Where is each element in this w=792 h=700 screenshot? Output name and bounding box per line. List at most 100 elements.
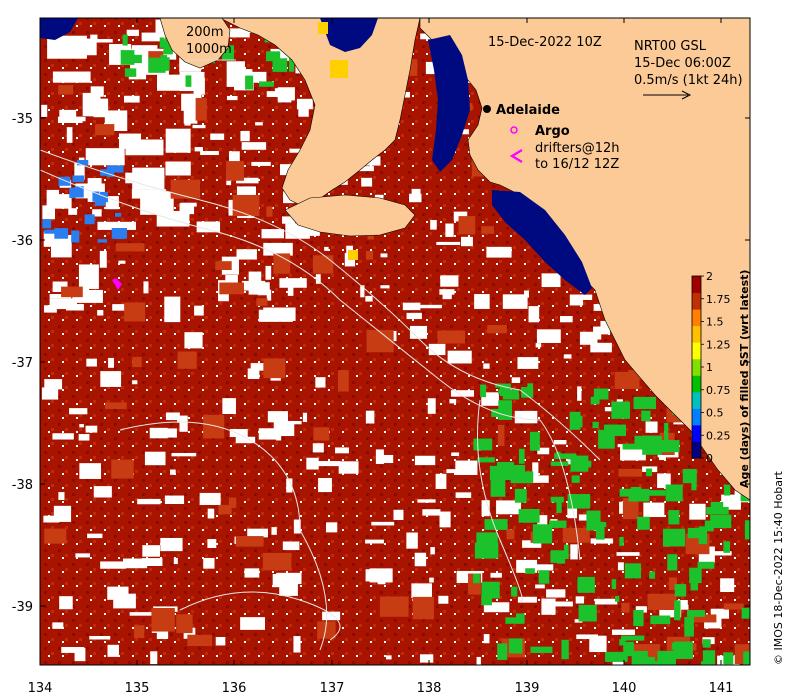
fresh-sst-patch — [593, 388, 609, 400]
sst-patch — [176, 614, 193, 634]
fresh-sst-patch — [561, 639, 569, 660]
sst-patch — [366, 330, 394, 353]
no-data-gap — [282, 541, 300, 551]
fresh-sst-patch — [510, 471, 534, 484]
no-data-gap — [82, 92, 101, 117]
no-data-gap — [273, 420, 295, 437]
no-data-gap — [589, 635, 607, 653]
colorbar-segment — [692, 342, 701, 360]
no-data-gap — [59, 109, 77, 118]
fresh-sst-patch — [550, 496, 564, 503]
fresh-sst-patch — [665, 484, 683, 502]
no-data-gap — [414, 455, 436, 466]
fresh-sst-patch — [634, 435, 651, 444]
y-tick-label: -35 — [12, 112, 33, 127]
current-legend-scale: 0.5m/s (1kt 24h) — [634, 73, 743, 88]
sst-patch — [151, 608, 175, 632]
fresh-sst-patch — [619, 639, 626, 646]
fresh-sst-patch — [511, 586, 518, 597]
no-data-gap — [490, 572, 502, 578]
date-label: 15-Dec-2022 10Z — [488, 35, 602, 50]
no-data-gap — [210, 133, 225, 140]
no-data-gap — [502, 294, 528, 309]
no-data-gap — [514, 410, 538, 424]
no-data-gap — [569, 294, 584, 306]
sst-patch — [487, 325, 507, 334]
no-data-gap — [393, 509, 404, 520]
no-data-gap — [150, 651, 158, 665]
fresh-sst-patch — [622, 443, 644, 450]
no-data-gap — [207, 508, 215, 519]
fresh-sst-patch — [538, 570, 550, 584]
no-data-gap — [279, 582, 298, 596]
fresh-sst-patch — [619, 536, 624, 546]
no-data-gap — [402, 302, 421, 311]
fresh-warm-spot — [348, 250, 358, 260]
no-data-gap — [643, 502, 665, 518]
no-data-gap — [517, 596, 537, 603]
no-data-gap — [326, 522, 338, 533]
colorbar-segment — [692, 358, 701, 376]
no-data-gap — [422, 509, 441, 516]
fresh-sst-patch — [701, 661, 716, 665]
argo-legend-label: Argo — [535, 124, 570, 139]
no-data-gap — [173, 557, 178, 565]
depth-legend-1000m: 1000m — [186, 42, 232, 57]
depth-legend-200m: 200m — [186, 25, 223, 40]
no-data-gap — [107, 586, 129, 600]
no-data-gap — [382, 454, 394, 464]
colorbar-tick-label: 1.5 — [706, 316, 724, 329]
no-data-gap — [380, 253, 388, 258]
no-data-gap — [124, 95, 140, 103]
no-data-gap — [590, 342, 612, 353]
fresh-sst-patch — [687, 527, 704, 539]
sst-patch — [111, 459, 134, 479]
no-data-gap — [563, 354, 572, 359]
sst-patch — [215, 261, 232, 270]
fresh-sst-patch — [518, 508, 540, 523]
no-data-gap — [46, 189, 60, 207]
no-data-gap — [438, 595, 449, 604]
no-data-gap — [559, 316, 573, 323]
stale-sst-patch — [108, 165, 124, 173]
no-data-gap — [170, 469, 176, 475]
no-data-gap — [535, 343, 542, 348]
sst-patch — [134, 625, 145, 639]
sst-patch — [618, 468, 642, 477]
x-tick-label: 139 — [515, 681, 540, 696]
no-data-gap — [335, 447, 349, 454]
fresh-sst-patch — [659, 440, 680, 453]
fresh-sst-patch — [697, 561, 715, 569]
no-data-gap — [324, 246, 329, 251]
no-data-gap — [58, 492, 65, 500]
no-data-gap — [365, 295, 373, 302]
no-data-gap — [447, 350, 472, 364]
no-data-gap — [440, 275, 459, 287]
sst-patch — [263, 358, 286, 379]
no-data-gap — [279, 278, 307, 288]
no-data-gap — [298, 107, 309, 117]
colorbar-segment — [692, 391, 701, 409]
fresh-sst-patch — [748, 421, 750, 437]
no-data-gap — [157, 74, 189, 91]
no-data-gap — [137, 498, 161, 505]
sst-patch — [379, 596, 409, 617]
no-data-gap — [100, 371, 122, 387]
no-data-gap — [317, 461, 341, 467]
y-tick-label: -39 — [12, 600, 33, 615]
fresh-sst-patch — [641, 410, 651, 422]
no-data-gap — [451, 452, 460, 456]
no-data-gap — [616, 552, 640, 556]
no-data-gap — [69, 408, 88, 415]
no-data-gap — [361, 177, 373, 187]
no-data-gap — [575, 596, 585, 604]
colorbar-segment — [692, 424, 701, 442]
fresh-sst-patch — [530, 646, 553, 653]
fresh-sst-patch — [593, 521, 607, 528]
no-data-gap — [315, 377, 326, 388]
no-data-gap — [99, 250, 107, 268]
stale-sst-patch — [42, 219, 52, 229]
y-tick-label: -36 — [12, 234, 33, 249]
sst-patch — [506, 529, 515, 540]
no-data-gap — [541, 273, 561, 288]
